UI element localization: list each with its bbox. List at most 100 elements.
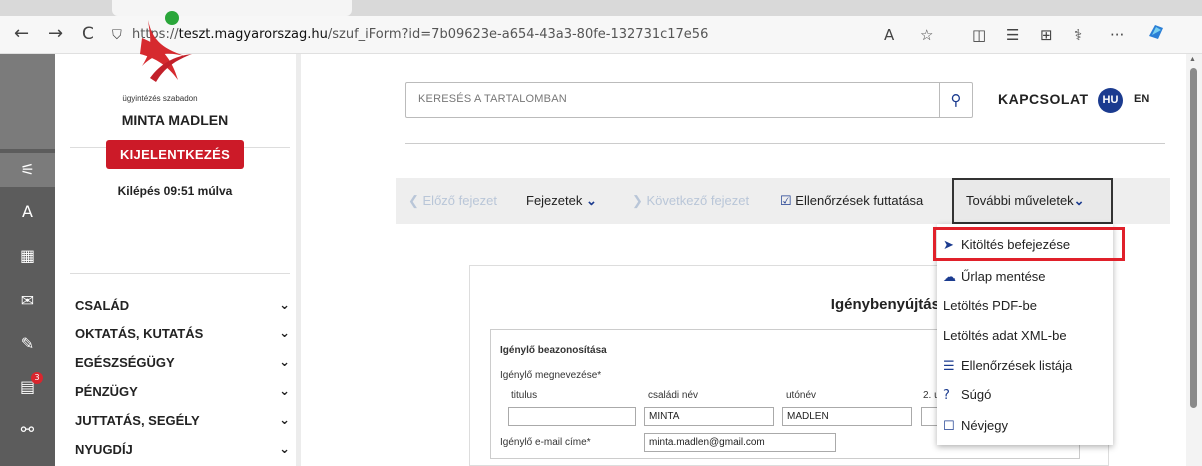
next-chapter-button[interactable]: ❯ Következő fejezet [632,193,749,209]
menu-item-nyugdij[interactable]: NYUGDÍJ ⌄ [75,439,290,461]
menu-item-csalad[interactable]: CSALÁD ⌄ [75,295,290,317]
chevron-down-icon: ⌄ [279,355,290,370]
list-icon: ☰ [943,359,955,374]
page-scrollbar[interactable]: ▲ [1186,54,1202,466]
search-icon[interactable]: ⚲ [939,83,972,117]
section-title: Igénylő beazonosítása [500,345,607,356]
menu-item-about[interactable]: ☐ Névjegy [937,414,1113,438]
menu-item-label: PÉNZÜGY [75,384,138,399]
chevron-down-icon: ⌄ [279,442,290,457]
read-aloud-icon[interactable]: A [884,24,894,46]
chapters-button[interactable]: Fejezetek ⌄ [526,193,597,209]
given-col-label: utónév [786,390,817,401]
menu-item-egeszsegugy[interactable]: EGÉSZSÉGÜGY ⌄ [75,352,290,374]
menu-item-download-pdf[interactable]: Letöltés PDF-be [937,294,1113,318]
split-screen-icon[interactable]: ◫ [972,24,986,46]
menu-item-label: Ellenőrzések listája [961,358,1073,373]
rail-link-icon[interactable]: ⚯ [0,415,55,445]
family-col-label: családi név [648,390,699,401]
forward-icon[interactable]: → [48,23,63,45]
prev-chapter-button[interactable]: ❮ Előző fejezet [408,193,497,209]
menu-item-oktatas[interactable]: OKTATÁS, KUTATÁS ⌄ [75,323,290,345]
chevron-down-icon: ⌄ [279,384,290,399]
menu-item-save[interactable]: ☁ Űrlap mentése [937,265,1113,289]
email-input[interactable]: minta.madlen@gmail.com [644,433,836,452]
user-name: MINTA MADLEN [121,112,229,128]
logo-tagline: ügyintézés szabadon [122,94,198,103]
family-name-input[interactable]: MINTA [644,407,774,426]
chevron-down-icon: ⌄ [582,193,597,208]
menu-item-label: Űrlap mentése [961,269,1046,284]
documents-badge: 3 [31,372,43,384]
url-path: /szuf_iForm?id=7b09623e-a654-43a3-80fe-1… [327,27,709,42]
rail-calendar-icon[interactable]: ▦ [0,241,55,271]
menu-item-help[interactable]: ? Súgó [937,383,1113,407]
highlight-box [933,227,1125,261]
language-hu-button[interactable]: HU [1098,88,1123,113]
contact-link[interactable]: KAPCSOLAT [998,91,1089,107]
form-title: Igénybenyújtási űrlap [830,296,985,313]
chevron-right-icon: ❯ [632,193,647,208]
header-divider [405,143,1165,144]
icon-rail: ⚟ A ▦ ✉ ✎ ▤ 3 ⚯ [0,54,55,466]
given-name-input[interactable]: MADLEN [782,407,912,426]
menu-item-label: OKTATÁS, KUTATÁS [75,326,204,341]
menu-item-check-list[interactable]: ☰ Ellenőrzések listája [937,354,1113,378]
rail-documents-icon[interactable]: ▤ 3 [0,372,55,402]
run-checks-label: Ellenőrzések futtatása [795,193,924,208]
rail-top [0,54,55,149]
cloud-upload-icon: ☁ [943,270,956,285]
chevron-down-icon: ⌄ [279,298,290,313]
rail-home-icon[interactable]: ⚟ [0,153,55,187]
rail-mail-icon[interactable]: ✉ [0,286,55,316]
logout-button[interactable]: KIJELENTKEZÉS [106,140,244,169]
menu-item-label: CSALÁD [75,298,130,313]
menu-item-label: Letöltés adat XML-be [943,328,1067,343]
chapters-label: Fejezetek [526,193,583,208]
divider [70,273,290,274]
email-label: Igénylő e-mail címe* [500,437,591,448]
menu-item-juttatas[interactable]: JUTTATÁS, SEGÉLY ⌄ [75,410,290,432]
more-menu-icon[interactable]: ··· [1110,24,1124,46]
next-chapter-label: Következő fejezet [646,193,750,208]
search-placeholder: KERESÉS A TARTALOMBAN [418,93,567,105]
performance-icon[interactable]: ⚕ [1074,24,1082,46]
logo-mark-icon [140,11,192,82]
name-label: Igénylő megnevezése* [500,370,602,381]
scroll-up-icon[interactable]: ▲ [1189,56,1196,63]
more-actions-button[interactable]: További műveletek⌄ [952,178,1113,224]
menu-item-label: EGÉSZSÉGÜGY [75,355,175,370]
title-col-label: titulus [511,390,538,401]
menu-item-label: Súgó [961,387,992,402]
copilot-icon[interactable] [1146,22,1166,48]
run-checks-button[interactable]: ☑ Ellenőrzések futtatása [780,193,923,209]
star-icon[interactable]: ☆ [920,24,933,46]
back-icon[interactable]: ← [14,23,29,45]
scrollbar-thumb[interactable] [1190,68,1197,408]
search-input[interactable]: KERESÉS A TARTALOMBAN ⚲ [405,82,973,118]
language-en-button[interactable]: EN [1134,93,1149,105]
title-input[interactable] [508,407,636,426]
logo[interactable]: ügyintézés szabadon [90,8,230,103]
collections-icon[interactable]: ⊞ [1040,24,1053,46]
menu-item-label: Letöltés PDF-be [943,298,1037,313]
menu-item-label: NYUGDÍJ [75,442,133,457]
sidebar-scrollbar[interactable] [296,54,301,466]
menu-item-label: JUTTATÁS, SEGÉLY [75,413,200,428]
help-icon: ? [943,388,950,403]
chevron-down-icon: ⌄ [279,413,290,428]
chevron-down-icon: ⌄ [279,326,290,341]
more-actions-label: További műveletek [966,193,1074,208]
checkbox-icon: ☑ [780,193,796,208]
menu-item-penzugy[interactable]: PÉNZÜGY ⌄ [75,381,290,403]
about-icon: ☐ [943,419,955,434]
menu-item-label: Névjegy [961,418,1008,433]
rail-tools-icon[interactable]: ✎ [0,329,55,359]
rail-user-icon[interactable]: A [0,197,55,227]
menu-item-download-xml[interactable]: Letöltés adat XML-be [937,324,1113,348]
session-timer: Kilépés 09:51 múlva [117,184,233,198]
favorites-icon[interactable]: ☰ [1006,24,1019,46]
prev-chapter-label: Előző fejezet [422,193,497,208]
chevron-down-icon: ⌄ [1073,193,1085,208]
address-bar[interactable]: https://teszt.magyarorszag.hu/szuf_iForm… [132,24,912,46]
